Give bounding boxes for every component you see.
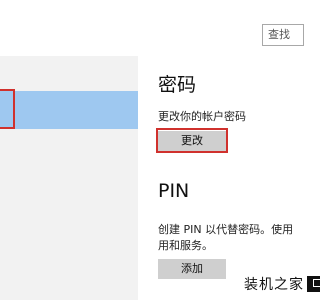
watermark-text: 装机之家 (244, 277, 304, 293)
search-input[interactable]: 查找 (262, 24, 304, 46)
watermark-logo-icon (307, 276, 320, 292)
pin-description-line2: 用和服务。 (158, 239, 213, 252)
pin-title: PIN (158, 180, 190, 202)
pin-description-line1: 创建 PIN 以代替密码。使用 (158, 223, 294, 236)
password-description: 更改你的帐户密码 (158, 110, 246, 123)
highlight-box-sidebar (0, 89, 15, 129)
watermark: 装机之家 (244, 272, 320, 296)
top-bar: 查找 (0, 0, 304, 56)
highlight-box-change-button (156, 128, 228, 153)
password-title: 密码 (158, 74, 197, 96)
add-pin-button[interactable]: 添加 (158, 259, 226, 279)
sidebar-item-selected[interactable] (0, 91, 138, 129)
